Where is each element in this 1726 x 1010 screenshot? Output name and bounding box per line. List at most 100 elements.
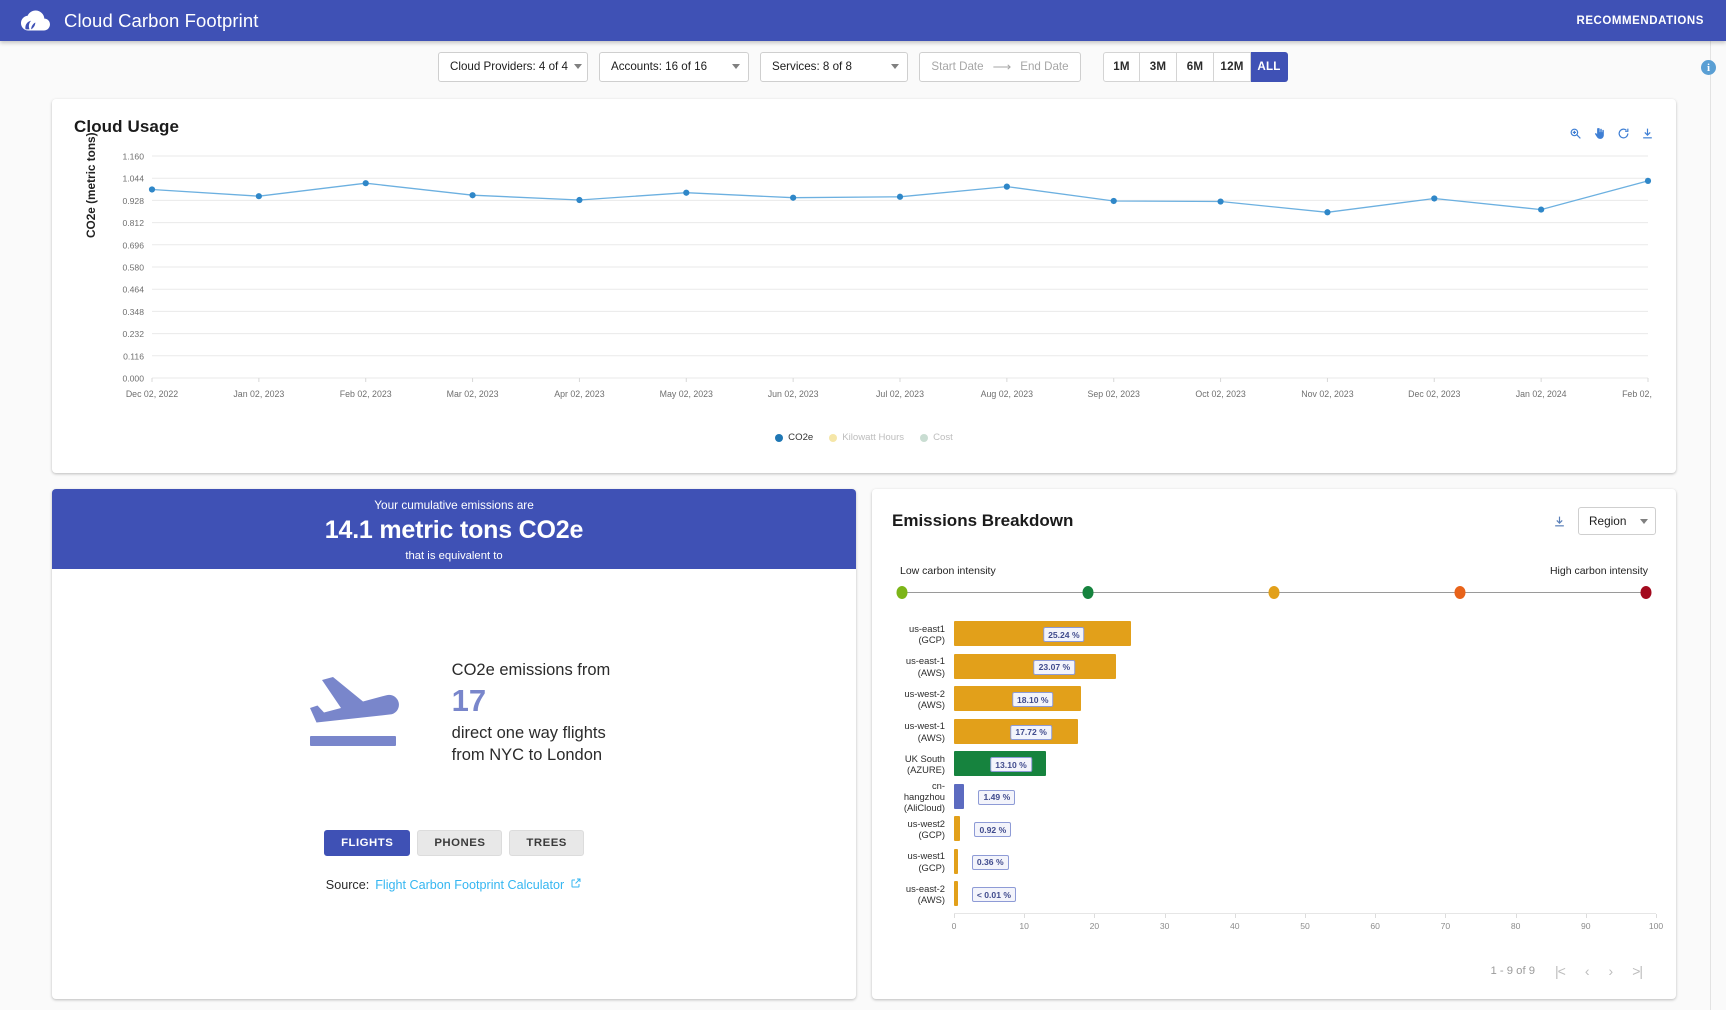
svg-text:0.464: 0.464 — [122, 285, 144, 295]
services-label: Services: 8 of 8 — [772, 60, 885, 73]
svg-text:0.348: 0.348 — [122, 307, 144, 317]
end-date-input[interactable]: End Date — [1020, 60, 1068, 73]
x-tick-line — [1516, 914, 1517, 918]
external-link-icon[interactable] — [570, 877, 582, 892]
x-tick-label: 10 — [1019, 921, 1029, 931]
equivalence-line3: from NYC to London — [452, 744, 611, 766]
date-range-picker[interactable]: Start Date ⟶ End Date — [919, 52, 1081, 82]
breakdown-bar-value: 17.72 % — [1010, 725, 1052, 740]
breakdown-bar-row[interactable]: UK South(AZURE)13.10 % — [892, 748, 1656, 781]
carbon-intensity-scale — [902, 582, 1646, 604]
breakdown-bar-row[interactable]: us-east1(GCP)25.24 % — [892, 618, 1656, 651]
breakdown-bar-row[interactable]: us-west2(GCP)0.92 % — [892, 813, 1656, 846]
group-by-select[interactable]: Region — [1578, 507, 1656, 535]
svg-text:Oct 02, 2023: Oct 02, 2023 — [1195, 389, 1245, 399]
x-tick-line — [1305, 914, 1306, 918]
pagination-first-button[interactable]: |< — [1555, 963, 1565, 979]
breakdown-bar-label: us-west1(GCP) — [892, 850, 954, 873]
breakdown-bar-row[interactable]: us-east-2(AWS)< 0.01 % — [892, 878, 1656, 911]
line-chart-svg[interactable]: 0.0000.1160.2320.3480.4640.5800.6960.812… — [74, 148, 1654, 420]
breakdown-bar-value: 23.07 % — [1034, 660, 1076, 675]
breakdown-bar-row[interactable]: us-west-1(AWS)17.72 % — [892, 716, 1656, 749]
source-link[interactable]: Flight Carbon Footprint Calculator — [375, 878, 564, 892]
breakdown-bar-fill[interactable] — [954, 881, 958, 906]
svg-text:Nov 02, 2023: Nov 02, 2023 — [1301, 389, 1353, 399]
breakdown-bar-fill[interactable] — [954, 784, 964, 809]
start-date-input[interactable]: Start Date — [931, 60, 983, 73]
svg-text:0.928: 0.928 — [122, 196, 144, 206]
download-icon[interactable] — [1641, 127, 1654, 140]
legend-dot-cost — [920, 434, 928, 442]
cloud-providers-select[interactable]: Cloud Providers: 4 of 4 — [438, 52, 588, 82]
x-tick-line — [1024, 914, 1025, 918]
chevron-down-icon — [574, 64, 582, 69]
svg-text:Feb 02, 2023: Feb 02, 2023 — [340, 389, 392, 399]
svg-text:0.232: 0.232 — [122, 329, 144, 339]
breakdown-bar-fill[interactable] — [954, 849, 958, 874]
info-icon[interactable]: i — [1701, 60, 1716, 75]
x-tick-line — [1656, 914, 1657, 918]
x-tick-label: 90 — [1581, 921, 1591, 931]
airplane-icon — [308, 670, 418, 757]
accounts-select[interactable]: Accounts: 16 of 16 — [599, 52, 749, 82]
cloud-usage-card: Cloud Usage — [52, 99, 1676, 473]
pagination-next-button[interactable]: › — [1609, 963, 1613, 979]
zoom-in-icon[interactable] — [1569, 127, 1582, 140]
pagination-last-button[interactable]: >| — [1632, 963, 1642, 979]
cloud-usage-chart[interactable]: CO2e (metric tons) 0.0000.1160.2320.3480… — [74, 148, 1654, 428]
app-header: Cloud Carbon Footprint RECOMMENDATIONS — [0, 0, 1726, 41]
toggle-flights[interactable]: FLIGHTS — [324, 830, 410, 856]
intensity-dot-1 — [1083, 586, 1094, 599]
cumulative-emissions-card: Your cumulative emissions are 14.1 metri… — [52, 489, 856, 999]
toggle-trees[interactable]: TREES — [509, 830, 583, 856]
breakdown-bar-row[interactable]: cn-hangzhou(AliCloud)1.49 % — [892, 781, 1656, 814]
svg-text:1.044: 1.044 — [122, 174, 144, 184]
legend-dot-co2e — [775, 434, 783, 442]
download-icon[interactable] — [1553, 515, 1566, 528]
pagination-prev-button[interactable]: ‹ — [1585, 963, 1589, 979]
range-button-all[interactable]: ALL — [1251, 52, 1288, 82]
x-tick-label: 80 — [1511, 921, 1521, 931]
svg-text:0.812: 0.812 — [122, 218, 144, 228]
breakdown-bar-track: 23.07 % — [954, 651, 1656, 684]
reset-zoom-icon[interactable] — [1617, 127, 1630, 140]
x-tick-line — [1586, 914, 1587, 918]
svg-text:1.160: 1.160 — [122, 152, 144, 162]
breakdown-bar-label: us-west2(GCP) — [892, 818, 954, 841]
svg-text:Jun 02, 2023: Jun 02, 2023 — [768, 389, 819, 399]
accounts-label: Accounts: 16 of 16 — [611, 60, 726, 73]
range-button-6m[interactable]: 6M — [1177, 52, 1214, 82]
chevron-down-icon — [732, 64, 740, 69]
x-tick-label: 30 — [1160, 921, 1170, 931]
svg-text:Aug 02, 2023: Aug 02, 2023 — [981, 389, 1033, 399]
range-button-1m[interactable]: 1M — [1103, 52, 1140, 82]
legend-item-cost[interactable]: Cost — [920, 432, 953, 443]
cumulative-banner: Your cumulative emissions are 14.1 metri… — [52, 489, 856, 569]
x-tick-line — [1235, 914, 1236, 918]
breakdown-pagination: 1 - 9 of 9 |< ‹ › >| — [1490, 963, 1642, 979]
svg-text:0.696: 0.696 — [122, 240, 144, 250]
toggle-phones[interactable]: PHONES — [417, 830, 502, 856]
svg-text:Jan 02, 2024: Jan 02, 2024 — [1516, 389, 1567, 399]
range-button-12m[interactable]: 12M — [1214, 52, 1251, 82]
breakdown-bar-row[interactable]: us-west1(GCP)0.36 % — [892, 846, 1656, 879]
breakdown-bar-label: UK South(AZURE) — [892, 753, 954, 776]
intensity-dot-4 — [1641, 586, 1652, 599]
legend-item-kilowatt-hours[interactable]: Kilowatt Hours — [829, 432, 904, 443]
services-select[interactable]: Services: 8 of 8 — [760, 52, 908, 82]
x-tick-label: 70 — [1441, 921, 1451, 931]
source-row: Source: Flight Carbon Footprint Calculat… — [52, 877, 856, 892]
range-button-3m[interactable]: 3M — [1140, 52, 1177, 82]
x-tick-line — [1165, 914, 1166, 918]
breakdown-bar-fill[interactable] — [954, 816, 960, 841]
emissions-breakdown-card: Emissions Breakdown Region Low carbon in… — [872, 489, 1676, 999]
pan-icon[interactable] — [1593, 127, 1606, 140]
equivalence-toggle-group: FLIGHTS PHONES TREES — [52, 830, 856, 856]
breakdown-bar-row[interactable]: us-east-1(AWS)23.07 % — [892, 651, 1656, 684]
carbon-intensity-legend: Low carbon intensity High carbon intensi… — [892, 565, 1656, 577]
recommendations-link[interactable]: RECOMMENDATIONS — [1572, 9, 1708, 33]
breakdown-bar-row[interactable]: us-west-2(AWS)18.10 % — [892, 683, 1656, 716]
legend-item-co2e[interactable]: CO2e — [775, 432, 813, 443]
breakdown-bar-value: 1.49 % — [978, 790, 1015, 805]
svg-text:May 02, 2023: May 02, 2023 — [660, 389, 713, 399]
